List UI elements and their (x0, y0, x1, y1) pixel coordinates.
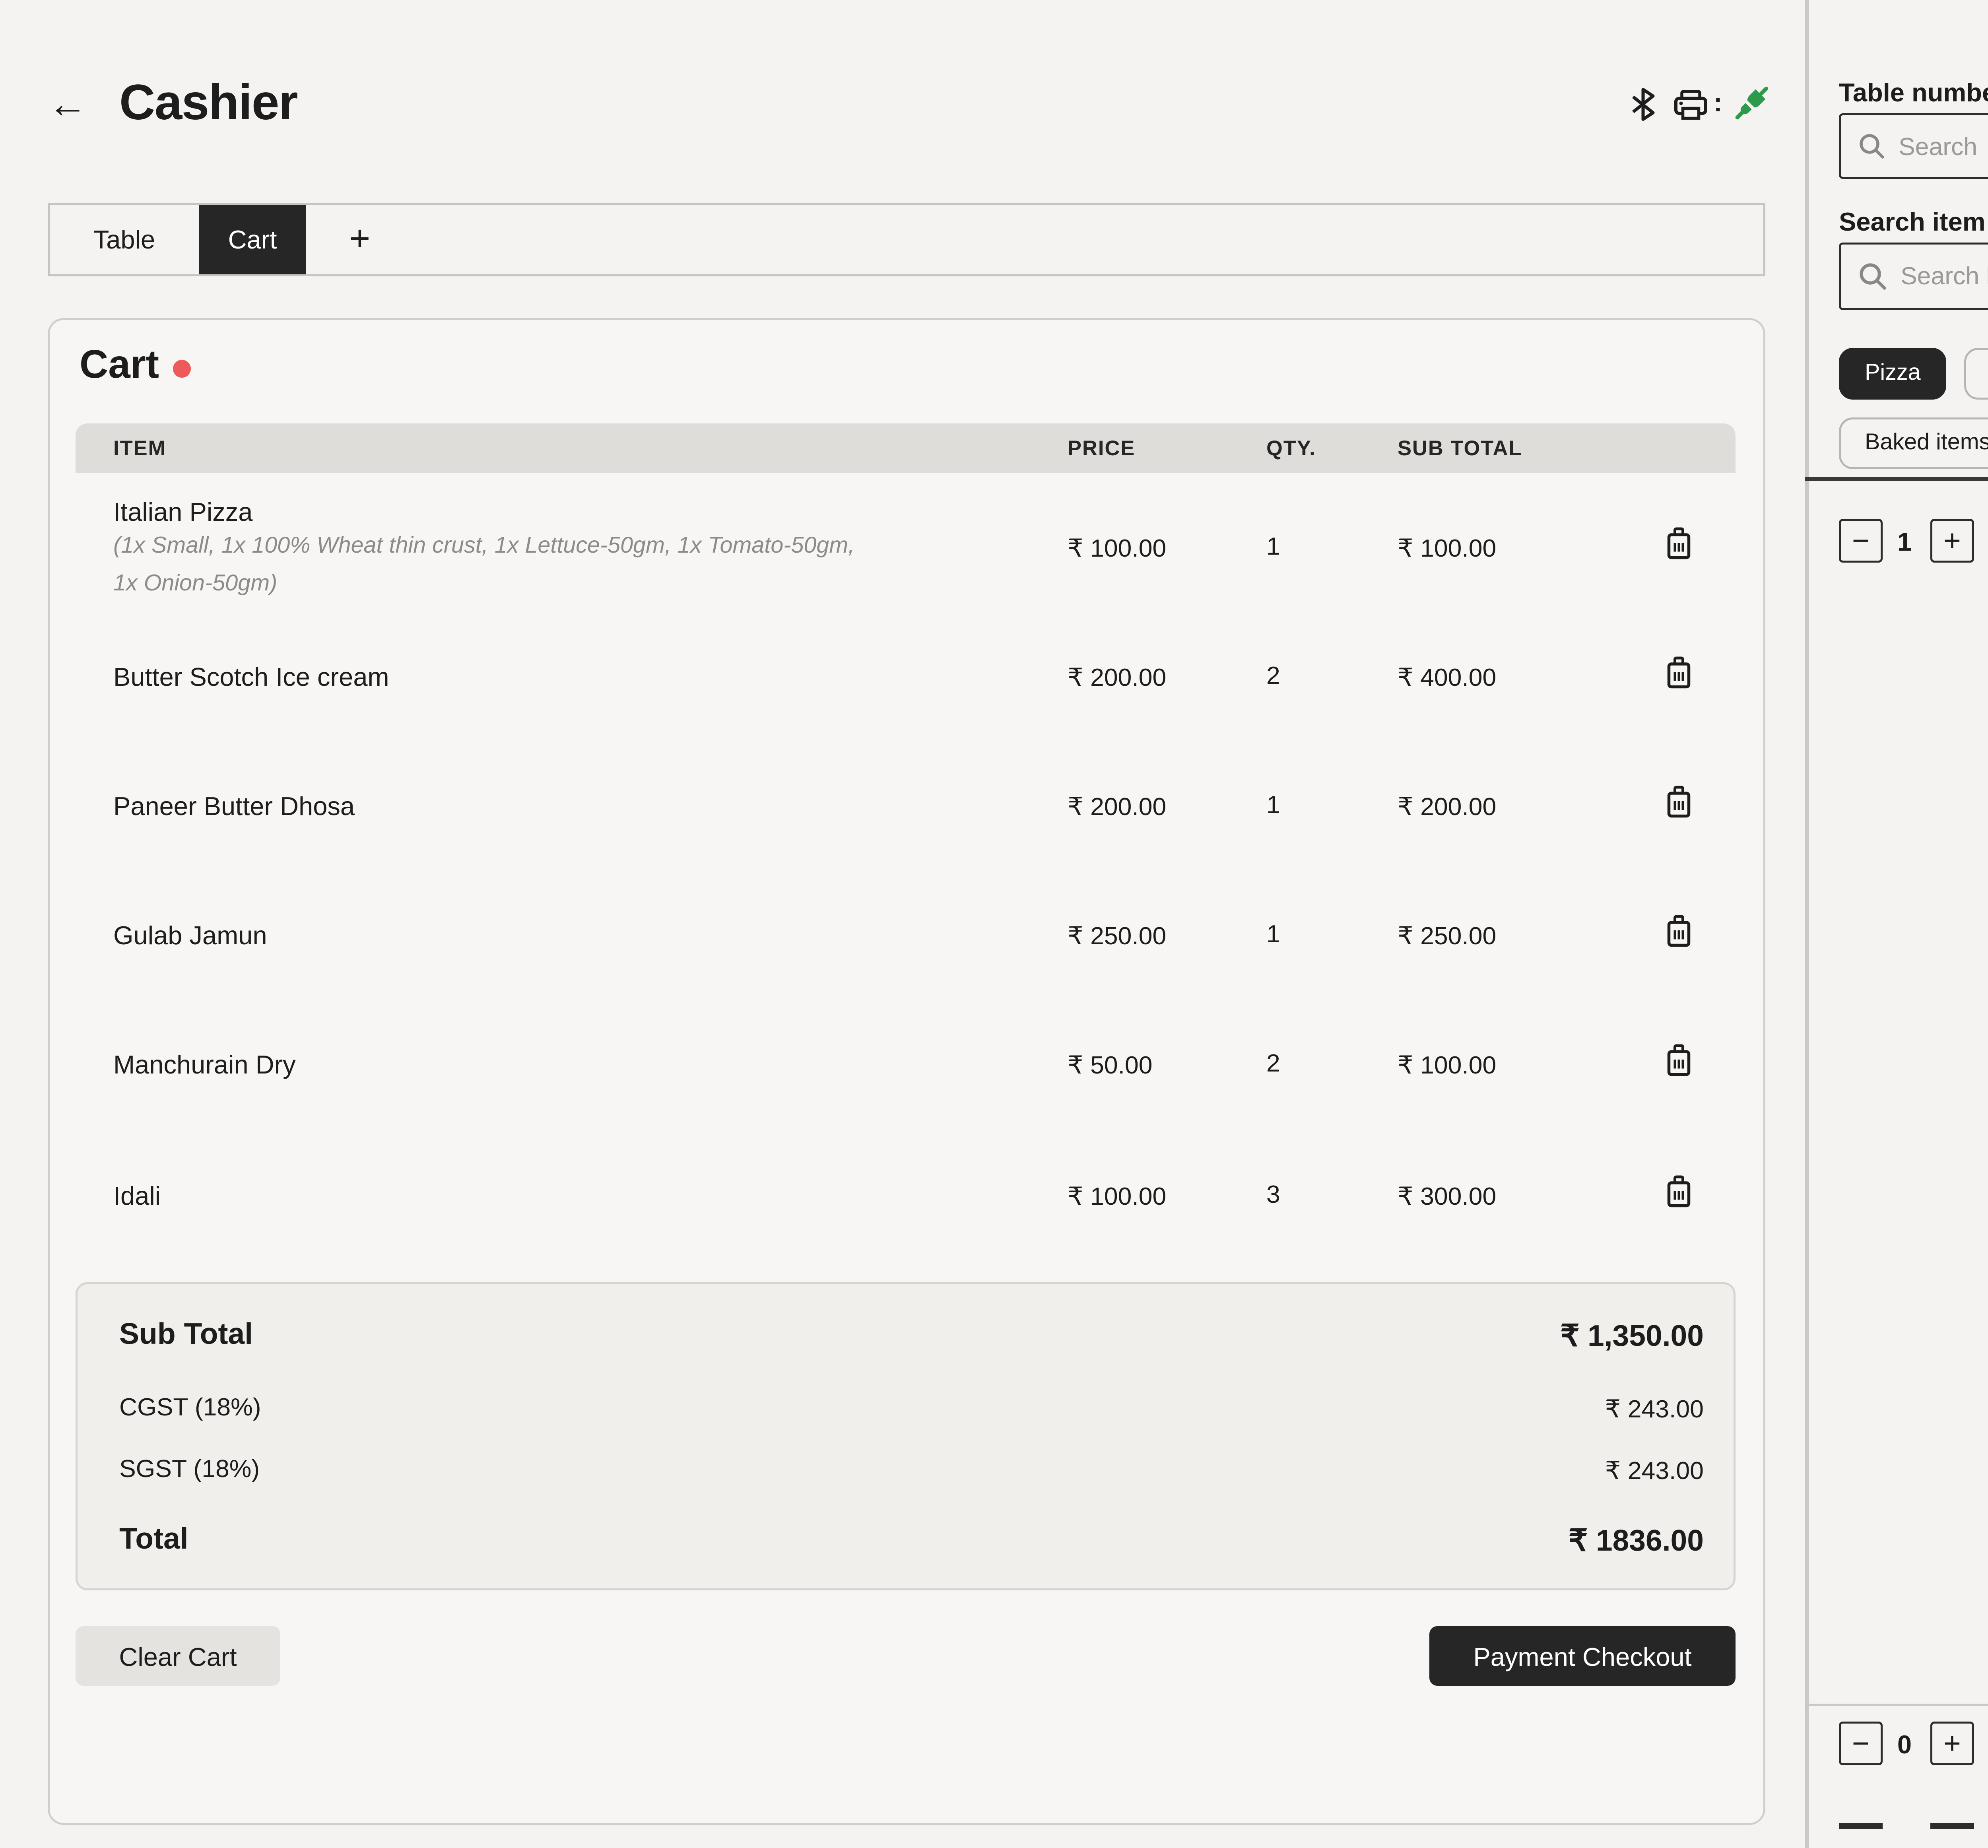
search-icon (1859, 133, 1885, 159)
item-price: ₹ 50.00 (1068, 1050, 1153, 1079)
subtotal-value: ₹ 1,350.00 (1560, 1318, 1704, 1354)
connected-plug-icon[interactable] (1730, 82, 1773, 125)
increase-qty-button[interactable]: + (1930, 1722, 1974, 1765)
category-row-2: Baked items Baked items Baked items (1839, 417, 1988, 469)
subtotal-label: Sub Total (119, 1318, 253, 1352)
category-chip-baked-items-1[interactable]: Baked items (1839, 417, 1988, 469)
item-price: ₹ 100.00 (1068, 1181, 1166, 1211)
category-chip-pizza[interactable]: Pizza (1839, 348, 1947, 400)
total-value: ₹ 1836.00 (1569, 1523, 1704, 1559)
cgst-value: ₹ 243.00 (1605, 1394, 1704, 1423)
item-name: Idali (113, 1181, 161, 1211)
delete-item-icon[interactable] (1664, 527, 1694, 571)
item-list-divider (1805, 477, 1988, 481)
payment-checkout-button[interactable]: Payment Checkout (1429, 1626, 1736, 1686)
printer-icon[interactable] (1674, 89, 1708, 121)
item-price: ₹ 200.00 (1068, 791, 1166, 821)
delete-item-icon[interactable] (1664, 656, 1694, 700)
payment-checkout-label: Payment Checkout (1473, 1641, 1691, 1671)
item-price: ₹ 200.00 (1068, 662, 1166, 692)
category-row-1: Pizza Burger South Indian Paneer Subz Gr… (1839, 348, 1988, 400)
cart-status-dot (173, 360, 191, 378)
item-name: Butter Scotch Ice cream (113, 662, 389, 692)
tab-bar: Table Cart + (48, 203, 1765, 276)
totals-box (76, 1282, 1736, 1590)
item-qty: 1 (1266, 920, 1280, 948)
item-note: 1x Onion-50gm) (113, 573, 277, 596)
item-name: Italian Pizza (113, 497, 252, 527)
bluetooth-icon[interactable] (1630, 87, 1656, 121)
plus-icon: + (1943, 524, 1961, 558)
col-item: ITEM (113, 437, 166, 461)
table-number-placeholder: Search (1899, 132, 1977, 160)
search-item-label: Search item (1839, 207, 1986, 237)
back-icon[interactable]: ← (48, 83, 87, 129)
clear-cart-label: Clear Cart (119, 1641, 237, 1671)
col-price: PRICE (1068, 437, 1135, 461)
search-item-input[interactable]: Search by item name/number (1839, 243, 1988, 310)
tab-table[interactable]: Table (50, 205, 199, 274)
chip-label: Pizza (1865, 362, 1921, 386)
partial-increase-button[interactable] (1930, 1823, 1974, 1829)
item-name: Manchurain Dry (113, 1050, 296, 1079)
item-qty: 3 (1266, 1181, 1280, 1209)
sgst-value: ₹ 243.00 (1605, 1455, 1704, 1485)
search-icon (1859, 262, 1887, 290)
total-label: Total (119, 1523, 188, 1557)
minus-icon: − (1852, 1727, 1870, 1761)
tab-table-label: Table (93, 225, 155, 254)
next-item-qty-value: 0 (1885, 1730, 1924, 1759)
table-number-label: Table number (1839, 78, 1988, 107)
delete-item-icon[interactable] (1664, 914, 1694, 958)
delete-item-icon[interactable] (1664, 1175, 1694, 1219)
item-qty: 2 (1266, 662, 1280, 690)
category-chip-burger[interactable]: Burger (1965, 348, 1988, 400)
item-qty: 1 (1266, 791, 1280, 819)
sgst-label: SGST (18%) (119, 1455, 260, 1483)
cart-section-title: Cart (80, 344, 159, 390)
item-subtotal: ₹ 250.00 (1398, 920, 1496, 950)
item-subtotal: ₹ 300.00 (1398, 1181, 1496, 1211)
item-subtotal: ₹ 100.00 (1398, 533, 1496, 563)
col-subtotal: SUB TOTAL (1398, 437, 1522, 461)
panel-divider (1805, 0, 1808, 1848)
delete-item-icon[interactable] (1664, 785, 1694, 829)
item-price: ₹ 100.00 (1068, 533, 1166, 563)
cgst-label: CGST (18%) (119, 1394, 261, 1421)
colon-separator: : (1714, 87, 1722, 117)
plus-icon: + (1943, 1727, 1961, 1761)
decrease-qty-button[interactable]: − (1839, 1722, 1883, 1765)
plus-icon: + (349, 219, 371, 260)
item-note: (1x Small, 1x 100% Wheat thin crust, 1x … (113, 535, 854, 559)
editor-bottom-divider (1805, 1704, 1988, 1706)
table-number-input[interactable]: Search (1839, 113, 1988, 179)
item-name: Gulab Jamun (113, 920, 267, 950)
partial-decrease-button[interactable] (1839, 1823, 1883, 1829)
decrease-qty-button[interactable]: − (1839, 519, 1883, 563)
item-subtotal: ₹ 200.00 (1398, 791, 1496, 821)
search-item-placeholder: Search by item name/number (1901, 262, 1988, 290)
chip-label: Baked items (1865, 431, 1988, 455)
item-price: ₹ 250.00 (1068, 920, 1166, 950)
item-qty: 1 (1266, 533, 1280, 561)
page-title: Cashier (119, 76, 297, 133)
item-subtotal: ₹ 100.00 (1398, 1050, 1496, 1079)
item-qty-value: 1 (1885, 527, 1924, 557)
item-subtotal: ₹ 400.00 (1398, 662, 1496, 692)
tab-cart-label: Cart (228, 225, 277, 254)
add-tab-button[interactable]: + (306, 205, 414, 274)
item-name: Paneer Butter Dhosa (113, 791, 355, 821)
cashier-screen: ← Cashier : Table Cart + (0, 0, 1988, 1848)
minus-icon: − (1852, 524, 1870, 558)
col-qty: QTY. (1266, 437, 1316, 461)
delete-item-icon[interactable] (1664, 1044, 1694, 1087)
increase-qty-button[interactable]: + (1930, 519, 1974, 563)
item-qty: 2 (1266, 1050, 1280, 1077)
tab-cart[interactable]: Cart (199, 205, 306, 274)
clear-cart-button[interactable]: Clear Cart (76, 1626, 280, 1686)
